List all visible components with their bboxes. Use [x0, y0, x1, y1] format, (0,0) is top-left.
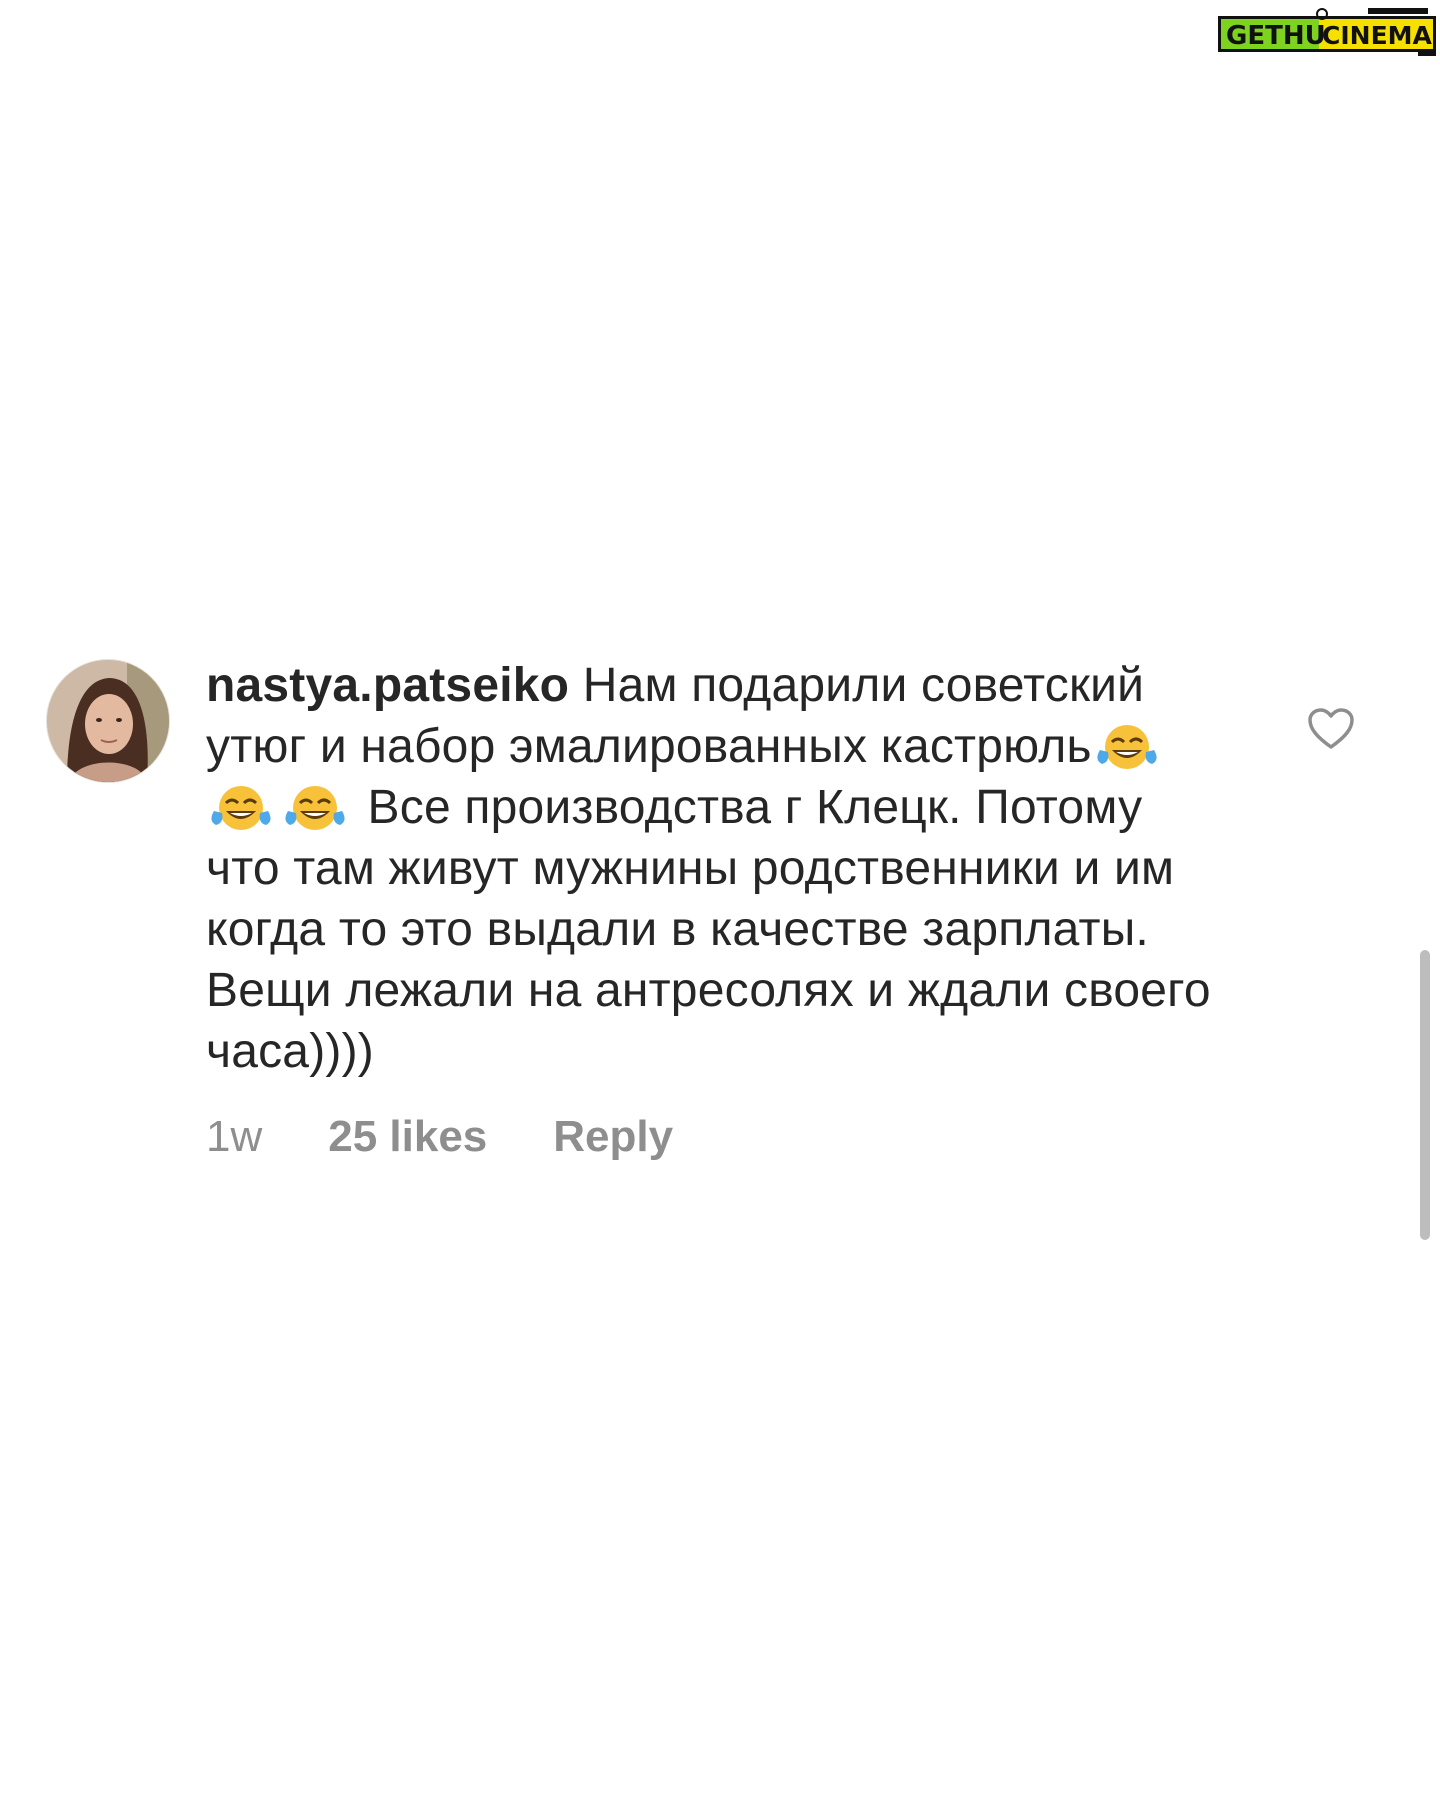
- scrollbar[interactable]: [1420, 950, 1430, 1240]
- like-button[interactable]: [1307, 707, 1355, 751]
- screenshot-page: GETHU CINEMA nastya.patseiko Нам подарил…: [0, 0, 1440, 1800]
- comment-likes-count[interactable]: 25 likes: [328, 1112, 487, 1162]
- avatar[interactable]: [46, 659, 170, 783]
- comment-timestamp: 1w: [206, 1112, 263, 1161]
- reply-button[interactable]: Reply: [553, 1112, 673, 1162]
- svg-text:CINEMA: CINEMA: [1322, 21, 1433, 50]
- watermark-logo: GETHU CINEMA: [1218, 8, 1436, 56]
- comment-username[interactable]: nastya.patseiko: [206, 659, 569, 712]
- face-with-tears-of-joy-icon: [280, 781, 350, 831]
- face-with-tears-of-joy-icon: [206, 781, 276, 831]
- profile-photo-icon: [47, 660, 169, 782]
- comment-meta: 1w 25 likes Reply: [206, 1112, 1226, 1162]
- face-with-tears-of-joy-icon: [1092, 720, 1162, 770]
- comment-text: nastya.patseiko Нам подарили советский у…: [206, 655, 1226, 1082]
- heart-outline-icon: [1308, 708, 1354, 749]
- comment-text-part2: Все производства г Клецк. Потому что там…: [206, 781, 1211, 1078]
- comment-body: nastya.patseiko Нам подарили советский у…: [206, 655, 1226, 1162]
- svg-text:GETHU: GETHU: [1226, 21, 1326, 51]
